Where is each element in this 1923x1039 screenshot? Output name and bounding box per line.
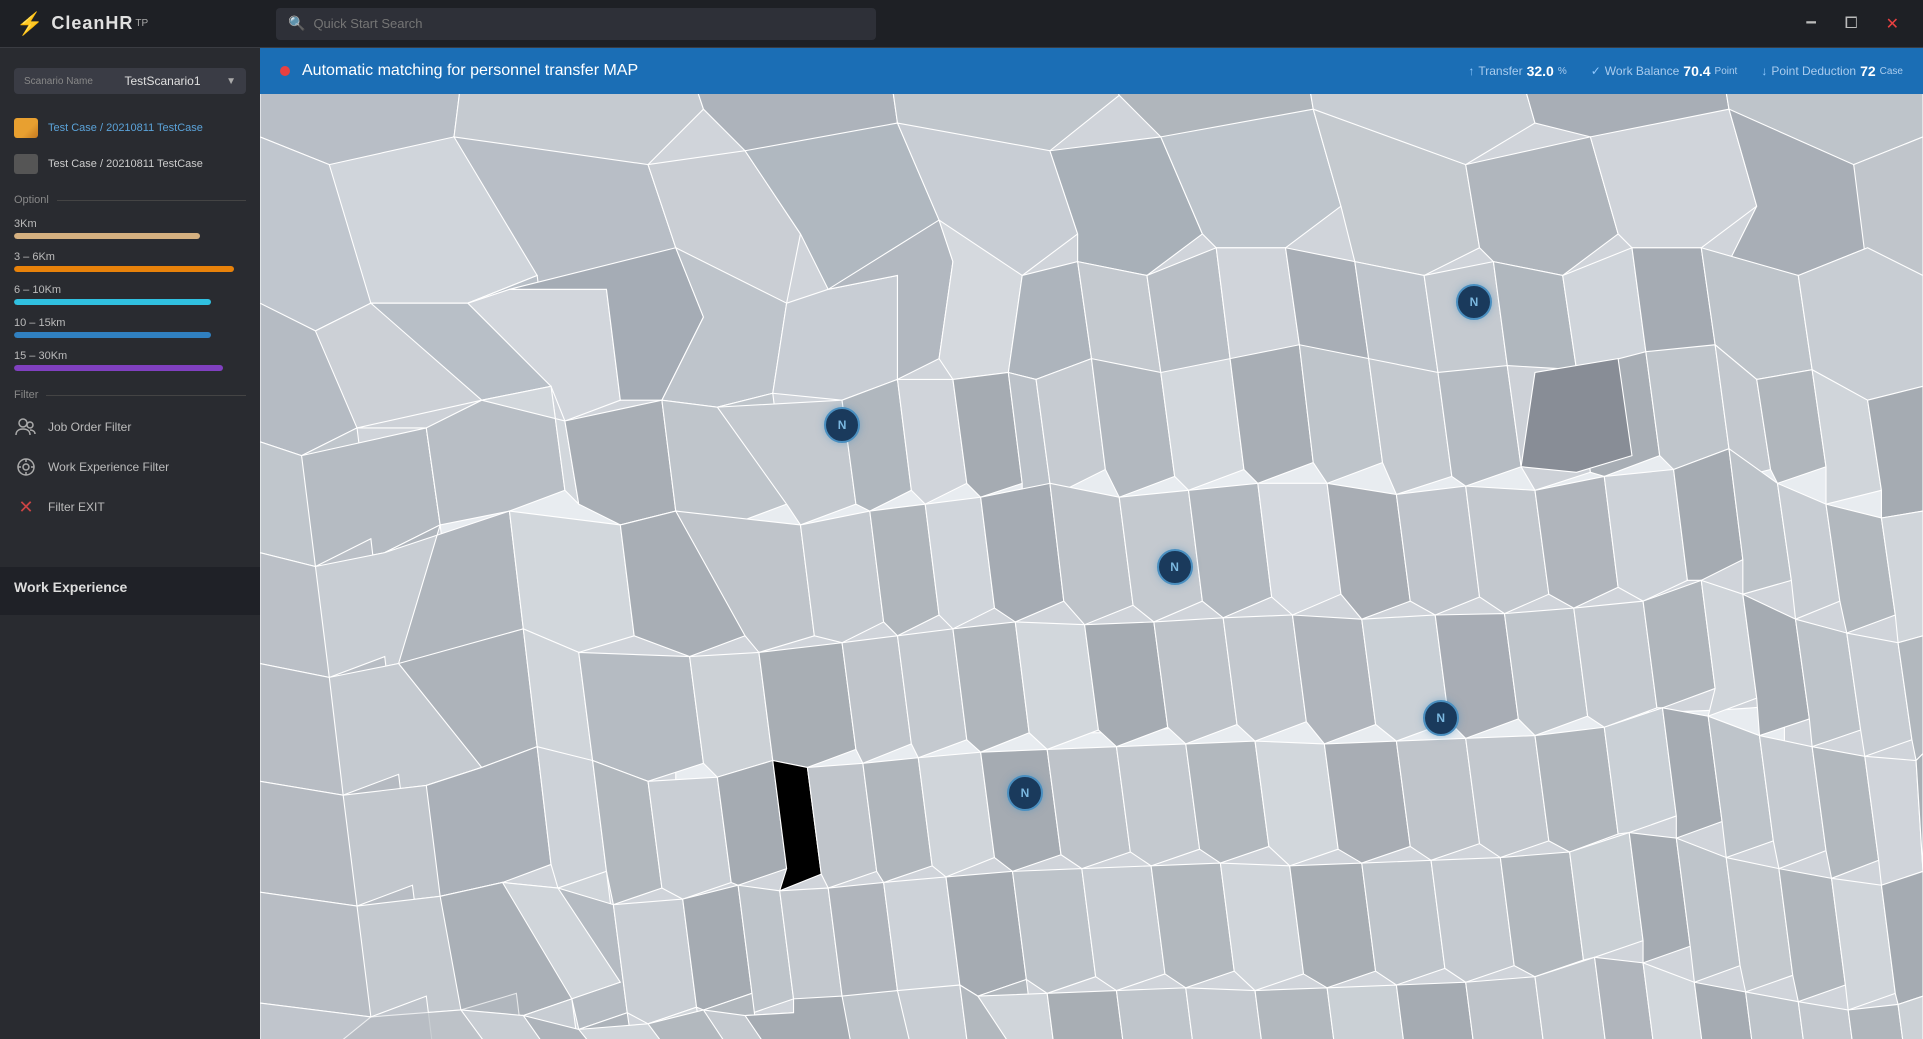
- map-title: Automatic matching for personnel transfe…: [302, 62, 1468, 80]
- stat-point-deduction-prefix: ↓: [1761, 64, 1767, 78]
- scenario-label: Scanario Name: [24, 76, 93, 87]
- app-name: CleanHR: [51, 13, 133, 34]
- option-item-4: 15 – 30Km: [0, 344, 260, 377]
- option-text-2: 6 – 10Km: [14, 284, 246, 296]
- stat-transfer-prefix: ↑: [1468, 64, 1474, 78]
- filter-exit-icon: ✕: [14, 495, 38, 519]
- stat-work-balance-value: 70.4: [1683, 63, 1710, 79]
- work-experience-title: Work Experience: [14, 579, 246, 595]
- stat-point-deduction-value: 72: [1860, 63, 1876, 79]
- stat-work-balance-label: Work Balance: [1605, 64, 1679, 78]
- option-item-3: 10 – 15km: [0, 311, 260, 344]
- window-close-button[interactable]: ✕: [1878, 10, 1907, 38]
- option-bar-fill-0: [14, 233, 200, 239]
- option-item-2: 6 – 10Km: [0, 278, 260, 311]
- map-header: Automatic matching for personnel transfe…: [260, 48, 1923, 94]
- filter-exit[interactable]: ✕ Filter EXIT: [0, 487, 260, 527]
- marker-label-5: N: [1436, 711, 1445, 725]
- logo-icon: ⚡: [16, 11, 43, 37]
- map-area: Automatic matching for personnel transfe…: [260, 48, 1923, 1039]
- option-text-0: 3Km: [14, 218, 246, 230]
- map-marker-3[interactable]: N: [1456, 284, 1492, 320]
- filter-work-experience-label: Work Experience Filter: [48, 460, 169, 474]
- marker-label-3: N: [1470, 295, 1479, 309]
- option-text-3: 10 – 15km: [14, 317, 246, 329]
- option-item-1: 3 – 6Km: [0, 245, 260, 278]
- search-icon: 🔍: [288, 15, 305, 32]
- stat-point-deduction-unit: Case: [1880, 66, 1903, 77]
- option-item-0: 3Km: [0, 212, 260, 245]
- filter-work-experience[interactable]: Work Experience Filter: [0, 447, 260, 487]
- map-stats: ↑ Transfer 32.0 % ✓ Work Balance 70.4 Po…: [1468, 63, 1903, 79]
- options-section-header: Optionl: [0, 182, 260, 212]
- options-label: Optionl: [14, 194, 49, 206]
- map-marker-2[interactable]: N: [1157, 549, 1193, 585]
- marker-label-4: N: [1021, 786, 1030, 800]
- stat-point-deduction-label: Point Deduction: [1771, 64, 1856, 78]
- case-icon-orange: [14, 118, 38, 138]
- logo-area: ⚡ CleanHR TP: [16, 11, 276, 37]
- stat-work-balance-unit: Point: [1715, 66, 1738, 77]
- option-bar-container-0: [14, 233, 246, 239]
- chevron-down-icon: ▼: [226, 76, 236, 87]
- app-superscript: TP: [135, 18, 148, 29]
- case-label-2: Test Case / 20210811 TestCase: [48, 157, 203, 171]
- option-bar-fill-4: [14, 365, 223, 371]
- option-text-4: 15 – 30Km: [14, 350, 246, 362]
- stat-transfer-value: 32.0: [1527, 63, 1554, 79]
- job-order-icon: [14, 415, 38, 439]
- option-bar-container-2: [14, 299, 246, 305]
- option-bar-container-4: [14, 365, 246, 371]
- window-maximize-button[interactable]: ⧠: [1837, 11, 1866, 37]
- filter-exit-label: Filter EXIT: [48, 500, 105, 514]
- stat-point-deduction: ↓ Point Deduction 72 Case: [1761, 63, 1903, 79]
- option-bar-fill-3: [14, 332, 211, 338]
- scenario-value: TestScanario1: [124, 74, 200, 88]
- scenario-selector[interactable]: Scanario Name TestScanario1 ▼: [14, 68, 246, 94]
- map-marker-1[interactable]: N: [824, 407, 860, 443]
- case-item-1[interactable]: Test Case / 20210811 TestCase: [0, 110, 260, 146]
- map-marker-4[interactable]: N: [1007, 775, 1043, 811]
- option-bar-fill-2: [14, 299, 211, 305]
- filter-divider-line: [46, 395, 246, 396]
- stat-transfer-unit: %: [1558, 66, 1567, 77]
- stat-work-balance: ✓ Work Balance 70.4 Point: [1591, 63, 1738, 79]
- stat-transfer-label: Transfer: [1478, 64, 1522, 78]
- map-svg: .district { stroke: #ffffff; stroke-widt…: [260, 94, 1923, 1039]
- work-experience-panel: Work Experience: [0, 567, 260, 615]
- work-experience-icon: [14, 455, 38, 479]
- window-minimize-button[interactable]: 🗕: [1797, 6, 1824, 41]
- filter-job-order[interactable]: Job Order Filter: [0, 407, 260, 447]
- option-bar-fill-1: [14, 266, 234, 272]
- filter-job-order-label: Job Order Filter: [48, 420, 131, 434]
- option-bar-container-1: [14, 266, 246, 272]
- stat-work-balance-prefix: ✓: [1591, 64, 1601, 78]
- case-label-1: Test Case / 20210811 TestCase: [48, 121, 203, 135]
- case-item-2[interactable]: Test Case / 20210811 TestCase: [0, 146, 260, 182]
- status-dot: [280, 66, 290, 76]
- map-marker-5[interactable]: N: [1423, 700, 1459, 736]
- topbar-right: 🗕 ⧠ ✕: [1797, 6, 1907, 41]
- topbar: ⚡ CleanHR TP 🔍 🗕 ⧠ ✕: [0, 0, 1923, 48]
- marker-label-2: N: [1170, 560, 1179, 574]
- map-canvas[interactable]: .district { stroke: #ffffff; stroke-widt…: [260, 94, 1923, 1039]
- filter-label: Filter: [14, 389, 38, 401]
- search-input[interactable]: [313, 16, 864, 31]
- option-bar-container-3: [14, 332, 246, 338]
- divider-line: [57, 200, 246, 201]
- filter-section-header: Filter: [0, 377, 260, 407]
- sidebar: Scanario Name TestScanario1 ▼ Test Case …: [0, 48, 260, 1039]
- marker-label-1: N: [838, 418, 847, 432]
- stat-transfer: ↑ Transfer 32.0 %: [1468, 63, 1566, 79]
- search-bar[interactable]: 🔍: [276, 8, 876, 40]
- main-layout: Scanario Name TestScanario1 ▼ Test Case …: [0, 48, 1923, 1039]
- option-text-1: 3 – 6Km: [14, 251, 246, 263]
- case-icon-gray: [14, 154, 38, 174]
